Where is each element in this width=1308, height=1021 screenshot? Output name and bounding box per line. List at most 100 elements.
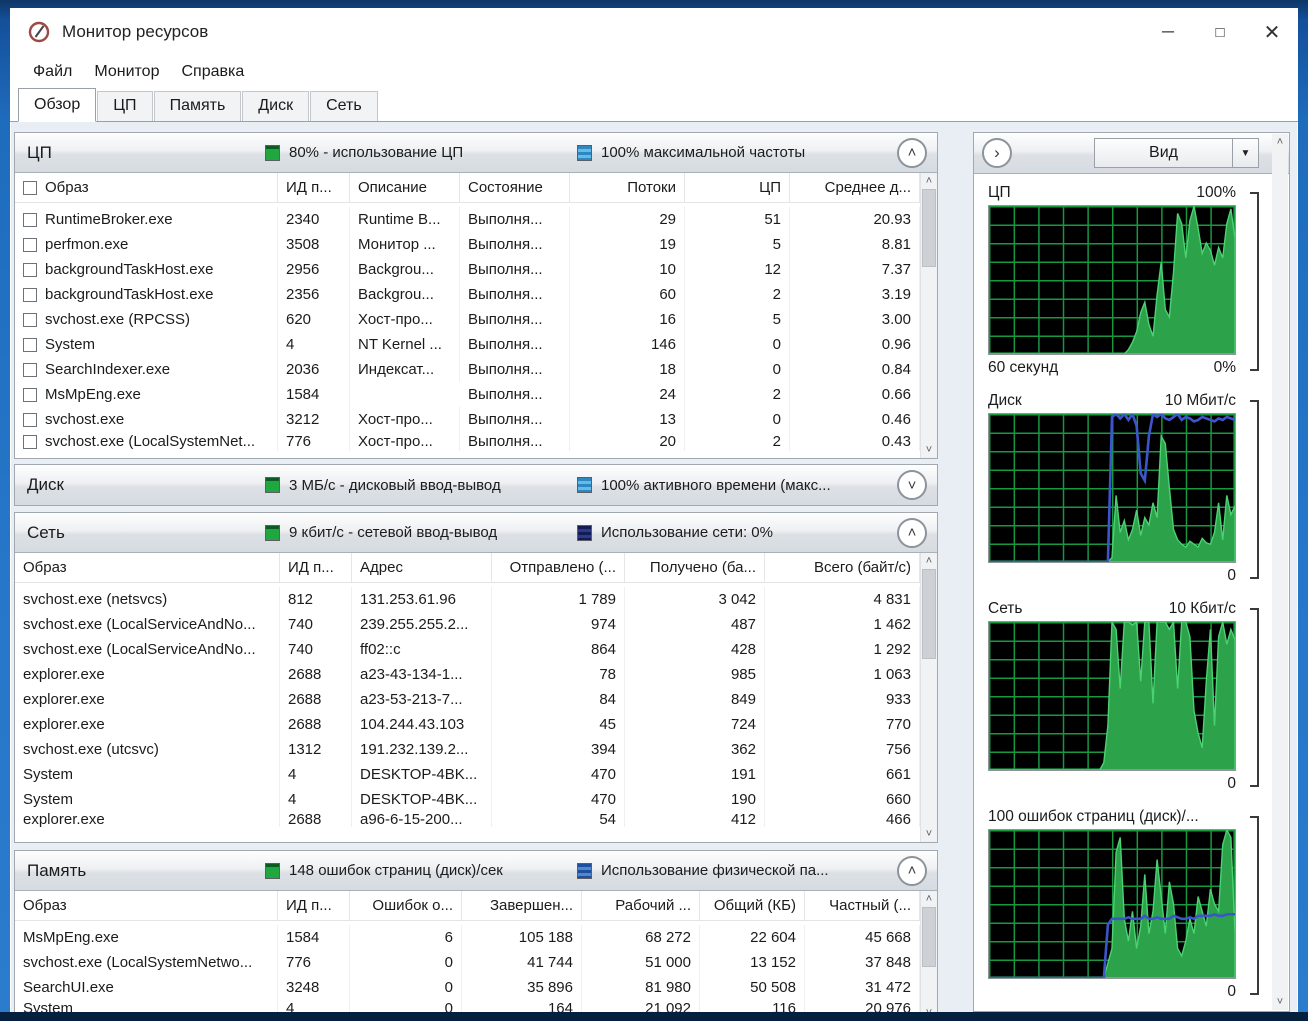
col-image[interactable]: Образ	[15, 553, 280, 582]
table-row[interactable]: SearchIndexer.exe 2036 Индексат... Выпол…	[15, 357, 920, 382]
row-checkbox[interactable]	[23, 288, 37, 302]
col-threads[interactable]: Потоки	[570, 173, 685, 202]
row-checkbox[interactable]	[23, 238, 37, 252]
select-all-checkbox[interactable]	[23, 181, 37, 195]
col-image[interactable]: Образ	[15, 173, 278, 202]
cpu-table-scrollbar[interactable]: ˄ ˅	[920, 173, 937, 458]
col-working-set[interactable]: Рабочий ...	[582, 891, 700, 920]
menu-monitor[interactable]: Монитор	[83, 59, 170, 85]
sort-desc-icon: ˅	[859, 891, 865, 893]
cpu-section-title: ЦП	[15, 143, 265, 163]
table-row[interactable]: svchost.exe (LocalServiceAndNo... 740 23…	[15, 612, 920, 637]
sidebar-collapse-button[interactable]: ›	[982, 138, 1012, 168]
table-row[interactable]: svchost.exe 3212 Хост-про... Выполня... …	[15, 407, 920, 432]
view-button[interactable]: Вид ▼	[1094, 138, 1259, 168]
table-row[interactable]: svchost.exe (LocalSystemNet... 776 Хост-…	[15, 432, 920, 451]
scrollbar-thumb[interactable]	[922, 907, 936, 967]
col-received[interactable]: Получено (ба...	[625, 553, 765, 582]
table-row[interactable]: svchost.exe (utcsvc) 1312 191.232.139.2.…	[15, 737, 920, 762]
disk-expand-button[interactable]: ˅	[897, 470, 927, 500]
col-total[interactable]: ˅Всего (байт/с)	[765, 553, 920, 582]
table-row[interactable]: svchost.exe (netsvcs) 812 131.253.61.96 …	[15, 587, 920, 612]
tab-disk[interactable]: Диск	[242, 91, 309, 121]
network-table-scrollbar[interactable]: ˄ ˅	[920, 553, 937, 842]
menu-file[interactable]: Файл	[22, 59, 83, 85]
row-checkbox[interactable]	[23, 363, 37, 377]
minimize-button[interactable]: ─	[1142, 8, 1194, 56]
row-checkbox[interactable]	[23, 388, 37, 402]
col-shareable[interactable]: Общий (КБ)	[700, 891, 805, 920]
dropdown-arrow-icon[interactable]: ▼	[1232, 139, 1258, 167]
memory-section-header[interactable]: Память 148 ошибок страниц (диск)/сек Исп…	[15, 851, 937, 891]
col-commit[interactable]: Завершен...	[462, 891, 582, 920]
col-pid[interactable]: ИД п...	[278, 891, 350, 920]
close-button[interactable]: ✕	[1246, 8, 1298, 56]
cpu-collapse-button[interactable]: ˄	[897, 138, 927, 168]
resource-monitor-icon	[28, 21, 50, 43]
scroll-up-icon[interactable]: ˄	[921, 891, 937, 907]
menu-help[interactable]: Справка	[170, 59, 255, 85]
scrollbar-thumb[interactable]	[922, 569, 936, 659]
scroll-down-icon[interactable]: ˅	[1272, 994, 1288, 1010]
table-row[interactable]: explorer.exe 2688 a96-6-15-200... 54 412…	[15, 812, 920, 827]
col-pid[interactable]: ИД п...	[278, 173, 350, 202]
table-row[interactable]: backgroundTaskHost.exe 2356 Backgrou... …	[15, 282, 920, 307]
col-status[interactable]: ˄Состояние	[460, 173, 570, 202]
col-hard-faults[interactable]: Ошибок о...	[350, 891, 462, 920]
table-row[interactable]: System 4 DESKTOP-4BK... 470 190 660	[15, 787, 920, 812]
scale-bracket	[1250, 400, 1259, 579]
table-row[interactable]: MsMpEng.exe 1584 Выполня... 24 2 0.66	[15, 382, 920, 407]
sidebar-scrollbar[interactable]: ˄ ˅	[1272, 134, 1288, 1010]
disk-chart-block: Диск 10 Мбит/с 0	[974, 388, 1272, 590]
disk-section-header[interactable]: Диск 3 МБ/с - дисковый ввод-вывод 100% а…	[15, 465, 937, 505]
tab-cpu[interactable]: ЦП	[97, 91, 152, 121]
maximize-button[interactable]: □	[1194, 8, 1246, 56]
cpu-section-header[interactable]: ЦП 80% - использование ЦП 100% максималь…	[15, 133, 937, 173]
table-row[interactable]: explorer.exe 2688 a23-53-213-7... 84 849…	[15, 687, 920, 712]
cpu-table-header: Образ ИД п... Описание ˄Состояние Потоки…	[15, 173, 920, 203]
memory-panel: Память 148 ошибок страниц (диск)/сек Исп…	[14, 850, 938, 1021]
col-cpu[interactable]: ЦП	[685, 173, 790, 202]
memory-table-scrollbar[interactable]: ˄ ˅	[920, 891, 937, 1021]
table-row[interactable]: explorer.exe 2688 a23-43-134-1... 78 985…	[15, 662, 920, 687]
tab-bar: Обзор ЦП Память Диск Сеть	[10, 88, 1298, 122]
tab-network[interactable]: Сеть	[310, 91, 378, 121]
memory-collapse-button[interactable]: ˄	[897, 856, 927, 886]
row-checkbox[interactable]	[23, 263, 37, 277]
table-row[interactable]: svchost.exe (RPCSS) 620 Хост-про... Выпо…	[15, 307, 920, 332]
col-description[interactable]: Описание	[350, 173, 460, 202]
col-average[interactable]: Среднее д...	[790, 173, 920, 202]
table-row[interactable]: System 4 NT Kernel ... Выполня... 146 0 …	[15, 332, 920, 357]
table-row[interactable]: perfmon.exe 3508 Монитор ... Выполня... …	[15, 232, 920, 257]
tab-overview[interactable]: Обзор	[18, 88, 96, 122]
scrollbar-thumb[interactable]	[922, 189, 936, 267]
scroll-up-icon[interactable]: ˄	[1272, 134, 1288, 150]
cpu-panel: ЦП 80% - использование ЦП 100% максималь…	[14, 132, 938, 459]
table-row[interactable]: SearchUI.exe 3248 0 35 896 81 980 50 508…	[15, 975, 920, 1000]
table-row[interactable]: backgroundTaskHost.exe 2956 Backgrou... …	[15, 257, 920, 282]
row-checkbox[interactable]	[23, 435, 37, 449]
table-row[interactable]: MsMpEng.exe 1584 6 105 188 68 272 22 604…	[15, 925, 920, 950]
scroll-up-icon[interactable]: ˄	[921, 173, 937, 189]
network-section-header[interactable]: Сеть 9 кбит/с - сетевой ввод-вывод Испол…	[15, 513, 937, 553]
col-image[interactable]: Образ	[15, 891, 278, 920]
scroll-up-icon[interactable]: ˄	[921, 553, 937, 569]
network-collapse-button[interactable]: ˄	[897, 518, 927, 548]
col-pid[interactable]: ИД п...	[280, 553, 352, 582]
table-row[interactable]: svchost.exe (LocalSystemNetwo... 776 0 4…	[15, 950, 920, 975]
cpu-frequency-stat: 100% максимальной частоты	[601, 144, 805, 161]
table-row[interactable]: RuntimeBroker.exe 2340 Runtime B... Выпо…	[15, 207, 920, 232]
table-row[interactable]: svchost.exe (LocalServiceAndNo... 740 ff…	[15, 637, 920, 662]
scroll-down-icon[interactable]: ˅	[921, 826, 937, 842]
row-checkbox[interactable]	[23, 213, 37, 227]
col-address[interactable]: Адрес	[352, 553, 492, 582]
row-checkbox[interactable]	[23, 313, 37, 327]
col-sent[interactable]: Отправлено (...	[492, 553, 625, 582]
scroll-down-icon[interactable]: ˅	[921, 442, 937, 458]
table-row[interactable]: explorer.exe 2688 104.244.43.103 45 724 …	[15, 712, 920, 737]
row-checkbox[interactable]	[23, 413, 37, 427]
row-checkbox[interactable]	[23, 338, 37, 352]
col-private[interactable]: ˅Частный (...	[805, 891, 920, 920]
tab-memory[interactable]: Память	[154, 91, 242, 121]
table-row[interactable]: System 4 DESKTOP-4BK... 470 191 661	[15, 762, 920, 787]
